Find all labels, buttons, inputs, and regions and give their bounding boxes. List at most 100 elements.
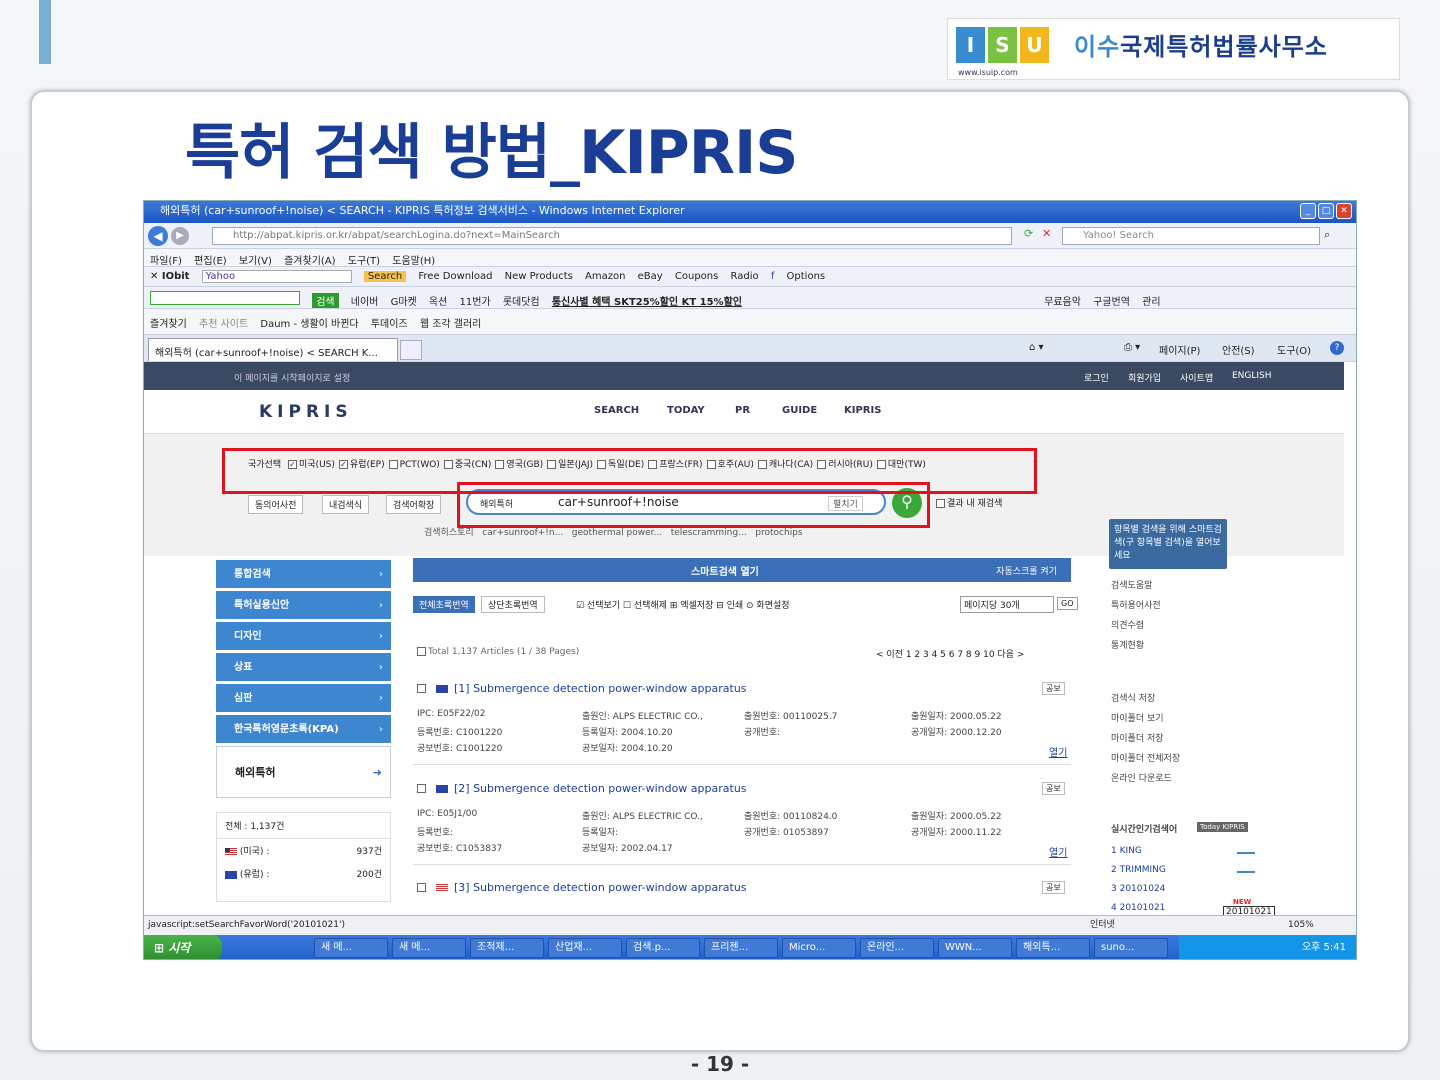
smart-search-bar[interactable]: 스마트검색 열기 자동스크롤 켜기	[413, 558, 1071, 582]
browser-tab[interactable]: 해외특허 (car+sunroof+!noise) < SEARCH K...	[148, 338, 398, 361]
yahoo-search-input[interactable]: Yahoo	[201, 270, 352, 283]
menu-help[interactable]: 도움말(H)	[392, 252, 435, 266]
cmd-page[interactable]: 페이지(P)	[1159, 342, 1200, 357]
zoom-level[interactable]: 105%	[1288, 916, 1314, 934]
history-item[interactable]: geothermal power...	[572, 528, 662, 538]
facebook-icon[interactable]: f	[771, 271, 775, 282]
sidebar-item[interactable]: 통합검색 ›	[216, 560, 391, 589]
signup-link[interactable]: 회원가입	[1128, 371, 1161, 384]
right-link-4[interactable]: 통계현황	[1111, 638, 1144, 651]
print-icon[interactable]: ⎙ ▾	[1124, 342, 1140, 353]
new-tab-button[interactable]	[400, 340, 422, 360]
realtime-item[interactable]: 4 20101021	[1111, 903, 1165, 913]
summary-row-us[interactable]: (미국) : 937건	[217, 839, 390, 862]
right-link-1[interactable]: 검색도움말	[1111, 578, 1152, 591]
link-google-translate[interactable]: 구글번역	[1093, 293, 1130, 308]
kipris-logo[interactable]: KIPRIS	[259, 402, 353, 422]
folder-link-4[interactable]: 마이폴더 전체저장	[1111, 751, 1180, 764]
taskbar-task[interactable]: 해외특...	[1016, 938, 1090, 958]
link-gmarket[interactable]: G마켓	[391, 293, 417, 308]
taskbar-task[interactable]: 온라인...	[860, 938, 934, 958]
link-telecom-promo[interactable]: 통신사별 혜택 SKT25%할인 KT 15%할인	[552, 293, 742, 308]
close-icon[interactable]: ✕	[1336, 203, 1352, 219]
folder-link-5[interactable]: 온라인 다운로드	[1111, 771, 1172, 784]
per-page-select[interactable]: 페이지당 30개	[960, 596, 1054, 613]
fav-web-slices[interactable]: 웹 조각 갤러리	[420, 315, 482, 330]
refresh-icon[interactable]: ⟳	[1024, 227, 1033, 240]
naver-search-input[interactable]	[150, 291, 300, 305]
taskbar-task[interactable]: 새 메...	[392, 938, 466, 958]
menu-favorites[interactable]: 즐겨찾기(A)	[284, 252, 335, 266]
forward-icon[interactable]: ▶	[171, 227, 189, 245]
sitemap-link[interactable]: 사이트맵	[1180, 371, 1213, 384]
history-item[interactable]: telescramming...	[671, 528, 747, 538]
toolbar-ebay[interactable]: eBay	[638, 271, 663, 282]
english-link[interactable]: ENGLISH	[1232, 371, 1272, 381]
link-manage[interactable]: 관리	[1142, 293, 1160, 308]
sidebar-item[interactable]: 상표 ›	[216, 653, 391, 682]
maximize-icon[interactable]: □	[1318, 203, 1334, 219]
naver-search-button[interactable]: 검색	[312, 293, 339, 308]
toolbar-options[interactable]: Options	[787, 271, 826, 282]
yahoo-search-button[interactable]: Search	[363, 271, 407, 282]
result-title[interactable]: [3] Submergence detection power-window a…	[454, 881, 747, 894]
result-badge[interactable]: 공보	[1042, 782, 1065, 795]
toolbar-new-products[interactable]: New Products	[505, 271, 573, 282]
link-auction[interactable]: 옥션	[429, 293, 447, 308]
set-homepage-link[interactable]: 이 페이지를 시작페이지로 설정	[234, 371, 350, 384]
taskbar-task[interactable]: 새 메...	[314, 938, 388, 958]
toolbar-amazon[interactable]: Amazon	[585, 271, 625, 282]
realtime-item[interactable]: 1 KING	[1111, 846, 1142, 856]
link-lotte[interactable]: 롯데닷컴	[503, 293, 540, 308]
expand-terms-button[interactable]: 검색어확장	[386, 495, 442, 514]
taskbar-task[interactable]: 조적제...	[470, 938, 544, 958]
minimize-icon[interactable]: _	[1300, 203, 1316, 219]
folder-link-1[interactable]: 검색식 저장	[1111, 691, 1155, 704]
my-query-button[interactable]: 내검색식	[322, 495, 370, 514]
fav-todays[interactable]: 투데이즈	[371, 315, 408, 330]
result-more-link[interactable]: 열기	[1049, 844, 1067, 859]
sidebar-item[interactable]: 디자인 ›	[216, 622, 391, 651]
sidebar-item[interactable]: 해외특허 ➜	[216, 746, 391, 798]
menu-file[interactable]: 파일(F)	[150, 252, 182, 266]
result-title[interactable]: [1] Submergence detection power-window a…	[454, 682, 747, 695]
taskbar-task[interactable]: Micro...	[782, 938, 856, 958]
taskbar-task[interactable]: 프리젠...	[704, 938, 778, 958]
history-item[interactable]: car+sunroof+!n...	[482, 528, 563, 538]
realtime-item[interactable]: 3 20101024	[1111, 884, 1165, 894]
realtime-item[interactable]: 2 TRIMMING	[1111, 865, 1166, 875]
taskbar-task[interactable]: WWN...	[938, 938, 1012, 958]
history-item[interactable]: protochips	[755, 528, 802, 538]
nav-search[interactable]: SEARCH	[594, 405, 639, 416]
tab-top-translation[interactable]: 상단초록번역	[481, 596, 545, 613]
stop-icon[interactable]: ✕	[1042, 227, 1051, 240]
right-link-3[interactable]: 의견수렴	[1111, 618, 1144, 631]
folder-link-3[interactable]: 마이폴더 저장	[1111, 731, 1164, 744]
link-free-music[interactable]: 무료음악	[1044, 293, 1081, 308]
toolbar-free-download[interactable]: Free Download	[418, 271, 492, 282]
tab-full-translation[interactable]: 전체초록번역	[413, 596, 475, 613]
result-more-link[interactable]: 열기	[1049, 744, 1067, 759]
view-options[interactable]: ☑ 선택보기 ☐ 선택해제 ⊞ 엑셀저장 ⊟ 인쇄 ⊙ 화면설정	[576, 598, 790, 611]
research-in-results[interactable]: 결과 내 재검색	[936, 496, 1002, 509]
start-button[interactable]: ⊞ 시작	[144, 935, 222, 959]
fav-suggested-sites[interactable]: 추천 사이트	[199, 315, 248, 330]
link-naver[interactable]: 네이버	[351, 293, 379, 308]
result-badge[interactable]: 공보	[1042, 682, 1065, 695]
result-checkbox[interactable]	[417, 784, 426, 793]
toolbar-coupons[interactable]: Coupons	[675, 271, 718, 282]
search-icon[interactable]: ⌕	[1324, 228, 1330, 242]
result-badge[interactable]: 공보	[1042, 881, 1065, 894]
menu-view[interactable]: 보기(V)	[239, 252, 272, 266]
nav-today[interactable]: TODAY	[667, 405, 705, 416]
favorites-button[interactable]: 즐겨찾기	[150, 315, 187, 330]
taskbar-task[interactable]: 산업재...	[548, 938, 622, 958]
pagination[interactable]: < 이전 1 2 3 4 5 6 7 8 9 10 다음 >	[876, 647, 1024, 660]
cmd-tools[interactable]: 도구(O)	[1277, 342, 1311, 357]
folder-link-2[interactable]: 마이폴더 보기	[1111, 711, 1164, 724]
address-input[interactable]: http://abpat.kipris.or.kr/abpat/searchLo…	[212, 227, 1012, 245]
login-link[interactable]: 로그인	[1084, 371, 1109, 384]
nav-pr[interactable]: PR	[735, 405, 750, 416]
help-icon[interactable]: ?	[1330, 341, 1344, 355]
cmd-safety[interactable]: 안전(S)	[1222, 342, 1255, 357]
